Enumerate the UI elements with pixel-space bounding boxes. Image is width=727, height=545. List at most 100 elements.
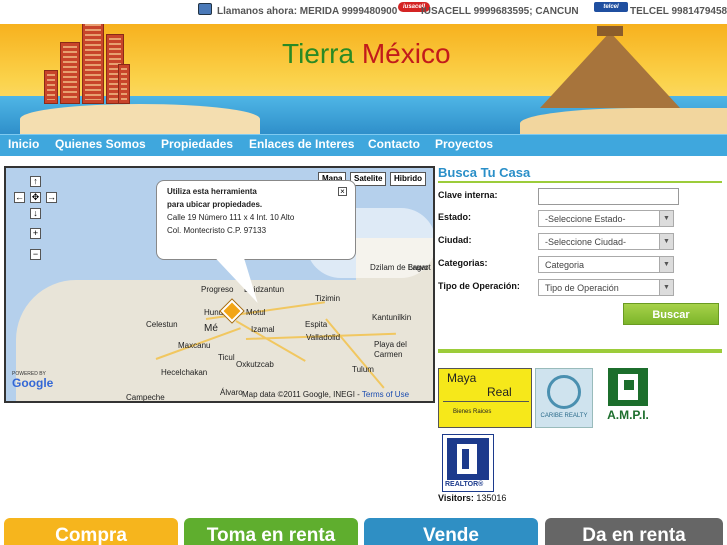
search-title: Busca Tu Casa: [438, 165, 531, 180]
ciudad-select[interactable]: -Seleccione Ciudad- ▼: [538, 233, 674, 250]
popup-line3: Calle 19 Número 111 x 4 Int. 10 Alto: [167, 213, 295, 222]
map-place: Motul: [246, 308, 266, 317]
beach-illustration: [20, 104, 260, 134]
categorias-select[interactable]: Categoria ▼: [538, 256, 674, 273]
google-logo[interactable]: Google: [12, 376, 53, 390]
map-place: Izamal: [251, 325, 275, 334]
header-banner: Tierra México: [0, 24, 727, 134]
pyramid-illustration: [540, 32, 680, 108]
map-place: Tulum: [352, 365, 374, 374]
nav-item-propiedades[interactable]: Propiedades: [161, 137, 233, 151]
pan-down-icon[interactable]: ↓: [30, 208, 41, 219]
map-place: Kantunilkin: [372, 313, 412, 322]
chevron-down-icon: ▼: [659, 257, 673, 272]
map-place: Maxcanu: [178, 341, 211, 350]
clave-input[interactable]: [538, 188, 679, 205]
categorias-label: Categorias:: [438, 258, 488, 268]
divider: [438, 349, 722, 353]
map-copyright: Map data ©2011 Google, INEGI - Terms of …: [242, 390, 409, 399]
site-title-part1: Tierra: [282, 38, 355, 69]
divider: [438, 181, 722, 183]
compra-button[interactable]: Compra: [4, 518, 178, 545]
map-place: Valladolid: [306, 333, 341, 342]
chevron-down-icon: ▼: [659, 280, 673, 295]
real-text: Real: [487, 385, 512, 399]
zoom-out-icon[interactable]: −: [30, 249, 41, 260]
da-en-renta-button[interactable]: Da en renta: [545, 518, 723, 545]
zoom-in-icon[interactable]: +: [30, 228, 41, 239]
nav-item-contacto[interactable]: Contacto: [368, 137, 420, 151]
vende-button[interactable]: Vende: [364, 518, 538, 545]
site-title-part2: México: [361, 38, 451, 69]
categorias-value: Categoria: [545, 260, 585, 270]
temple-illustration: [597, 26, 623, 36]
visitor-counter: Visitors: 135016: [438, 493, 506, 503]
toma-en-renta-button[interactable]: Toma en renta: [184, 518, 358, 545]
map-place: Hecelchakan: [161, 368, 208, 377]
copyright-text: Map data ©2011 Google, INEGI -: [242, 390, 362, 399]
realtor-r-icon: [447, 438, 489, 480]
map-place: Lagart: [408, 263, 431, 272]
popup-line1: Utiliza esta herramienta: [167, 187, 257, 196]
map-place: Tizimin: [315, 294, 341, 303]
map-place: Álvaro: [220, 388, 243, 397]
map-place: Progreso: [201, 285, 234, 294]
realtor-logo[interactable]: REALTOR®: [442, 434, 494, 492]
estado-select[interactable]: -Seleccione Estado- ▼: [538, 210, 674, 227]
pan-center-icon[interactable]: ✥: [30, 192, 41, 203]
ampi-logo[interactable]: A.M.P.I.: [600, 368, 656, 428]
realtor-text: REALTOR®: [445, 481, 484, 488]
map-place: Playa del: [374, 340, 407, 349]
map-place: Mé: [204, 323, 218, 334]
caribe-realty-logo[interactable]: CARIBE REALTY: [535, 368, 593, 428]
caribe-swirl-icon: [547, 375, 581, 409]
map-type-satelite[interactable]: Satelite: [350, 172, 387, 186]
maya-real-logo[interactable]: Maya Real Bienes Raices: [438, 368, 532, 428]
hotel-tower: [82, 24, 104, 104]
page: Llamanos ahora: MERIDA 9999480900 iusace…: [0, 0, 727, 545]
pan-right-icon[interactable]: →: [46, 192, 57, 203]
operacion-label: Tipo de Operación:: [438, 281, 520, 291]
chevron-down-icon: ▼: [659, 211, 673, 226]
map-info-popup: Utiliza esta herramienta para ubicar pro…: [156, 180, 356, 260]
map-type-hibrido[interactable]: Hibrido: [390, 172, 426, 186]
hotel-tower: [60, 42, 80, 104]
nav-item-quienes-somos[interactable]: Quienes Somos: [55, 137, 146, 151]
operacion-select[interactable]: Tipo de Operación ▼: [538, 279, 674, 296]
visitors-label: Visitors:: [438, 493, 474, 503]
map-place: Espita: [305, 320, 328, 329]
ampi-text: A.M.P.I.: [607, 408, 649, 422]
location-map[interactable]: Dzilam de Bravo Lagart Progreso Dzidzant…: [4, 166, 435, 403]
hotel-tower: [118, 64, 130, 104]
maya-text: Maya: [447, 371, 477, 385]
search-button[interactable]: Buscar: [623, 303, 719, 325]
operacion-value: Tipo de Operación: [545, 283, 619, 293]
phone-icon: [198, 3, 212, 15]
bienes-raices-text: Bienes Raices: [453, 409, 492, 415]
iusacell-phone: IUSACELL 9999683595; CANCUN: [421, 6, 579, 17]
visitors-count: 135016: [476, 493, 507, 503]
caribe-text: CARIBE REALTY: [540, 413, 588, 419]
ciudad-value: -Seleccione Ciudad-: [545, 237, 627, 247]
contact-bar: Llamanos ahora: MERIDA 9999480900 iusace…: [0, 0, 727, 24]
map-place: Ticul: [218, 353, 235, 362]
popup-line2: para ubicar propiedades.: [167, 200, 263, 209]
estado-value: -Seleccione Estado-: [545, 214, 626, 224]
nav-item-enlaces[interactable]: Enlaces de Interes: [249, 137, 354, 151]
clave-label: Clave interna:: [438, 190, 498, 200]
map-place: Oxkutzcab: [236, 360, 274, 369]
site-title[interactable]: Tierra México: [282, 38, 451, 70]
map-place: Hunu: [204, 308, 224, 317]
pan-up-icon[interactable]: ↑: [30, 176, 41, 187]
maya-rule: [443, 401, 529, 402]
estado-label: Estado:: [438, 212, 472, 222]
ampi-mark-icon: [608, 368, 648, 406]
map-place: Campeche: [126, 393, 165, 402]
popup-line4: Col. Montecristo C.P. 97133: [167, 226, 267, 235]
hotel-tower: [44, 70, 58, 104]
pan-left-icon[interactable]: ←: [14, 192, 25, 203]
nav-item-proyectos[interactable]: Proyectos: [435, 137, 493, 151]
terms-link[interactable]: Terms of Use: [362, 390, 409, 399]
nav-item-inicio[interactable]: Inicio: [8, 137, 39, 151]
close-icon[interactable]: ×: [338, 187, 347, 196]
